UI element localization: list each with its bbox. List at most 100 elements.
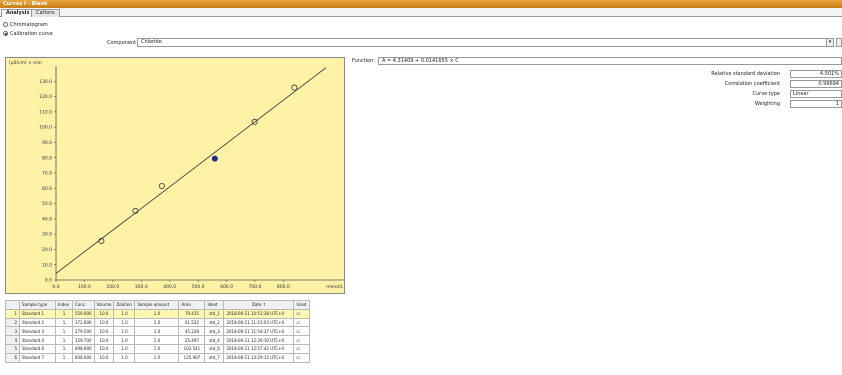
used-checkbox[interactable]: ☑ xyxy=(293,308,311,319)
tab-analysis[interactable]: Analysis xyxy=(1,9,35,17)
cell-conc: 372.600 xyxy=(72,317,95,328)
used-checkbox[interactable]: ☑ xyxy=(293,326,311,337)
tab-cations[interactable]: Cations xyxy=(31,9,60,17)
cell-sample-type: Standard 6 xyxy=(19,343,56,354)
used-checkbox[interactable]: ☑ xyxy=(293,343,311,354)
y-tick-label: 50.0 xyxy=(42,201,52,207)
calibration-curve-radio[interactable] xyxy=(3,31,8,36)
col-header-sample-amount[interactable]: Sample amount xyxy=(134,300,180,310)
y-tick-label: 60.0 xyxy=(42,186,52,192)
cell-volume: 10.0 xyxy=(93,317,115,328)
function-label: Function: xyxy=(352,58,375,64)
row-number: 4 xyxy=(5,335,20,345)
used-checkbox[interactable]: ☑ xyxy=(293,317,311,328)
cell-sample-amount: 1.0 xyxy=(134,326,180,337)
x-tick-label: 0.0 xyxy=(52,284,59,290)
col-header-used[interactable]: Used xyxy=(293,300,311,310)
cell-sample-type: Standard 3 xyxy=(19,326,56,337)
cell-ident: std_4 xyxy=(204,335,225,345)
cell-index: 1 xyxy=(55,326,73,337)
col-header-index[interactable]: Index xyxy=(55,300,73,310)
option-chromatogram[interactable]: Chromatogram xyxy=(3,20,63,29)
cell-volume: 10.0 xyxy=(93,326,115,337)
stat-curve-type-label: Curve type xyxy=(752,91,780,97)
component-select[interactable]: Chloride xyxy=(137,38,834,47)
cell-volume: 10.0 xyxy=(93,308,115,319)
table-empty-area xyxy=(408,300,842,375)
row-number: 3 xyxy=(5,326,20,337)
cell-volume: 10.0 xyxy=(93,343,115,354)
table-row[interactable]: 5 Standard 6 1 698.900 10.0 1.0 1.0 103.541 std_… xyxy=(5,343,311,354)
table-row[interactable]: 3 Standard 3 1 279.500 10.0 1.0 1.0 45.228 std_3… xyxy=(5,326,311,337)
col-header-sample-type[interactable]: Sample type xyxy=(19,300,56,310)
x-tick-label: 500.0 xyxy=(192,284,205,290)
cell-index: 1 xyxy=(55,352,73,363)
col-header-volume[interactable]: Volume xyxy=(93,300,115,310)
cell-conc: 559.000 xyxy=(72,308,95,319)
cell-dilution: 1.0 xyxy=(113,326,136,337)
window-title: Curves I - Blank xyxy=(3,1,48,7)
chevron-down-icon[interactable]: ▾ xyxy=(826,38,834,47)
component-label: Component xyxy=(107,40,137,46)
cell-dilution: 1.0 xyxy=(113,335,136,345)
component-extra-button[interactable] xyxy=(836,38,842,47)
cell-dilution: 1.0 xyxy=(113,352,136,363)
cell-area: 103.541 xyxy=(178,343,206,354)
cell-conc: 159.700 xyxy=(72,335,95,345)
cell-date: 2018-06-11 11:23:03 UTC+0 xyxy=(223,317,295,328)
col-header-ident[interactable]: Ident xyxy=(204,300,225,310)
cell-dilution: 1.0 xyxy=(113,317,136,328)
curve-type-field[interactable]: Linear xyxy=(790,90,842,98)
col-header-rownum xyxy=(5,300,20,310)
stat-rsd: Relative standard deviation 4.501% xyxy=(0,70,842,79)
y-tick-label: 30.0 xyxy=(42,232,52,238)
weighting-field[interactable]: 1 xyxy=(790,100,842,108)
col-header-conc[interactable]: Conc. xyxy=(72,300,95,310)
cell-date: 2018-06-11 12:57:42 UTC+0 xyxy=(223,343,295,354)
x-axis-label: mmol/L xyxy=(326,284,343,290)
used-checkbox[interactable]: ☑ xyxy=(293,352,311,363)
table-row[interactable]: 4 Standard 4 1 159.700 10.0 1.0 1.0 25.497 std_4… xyxy=(5,335,311,345)
cell-sample-amount: 1.0 xyxy=(134,352,180,363)
x-tick-label: 100.0 xyxy=(78,284,91,290)
option-calibration-curve[interactable]: Calibration curve xyxy=(3,29,63,38)
x-tick-label: 600.0 xyxy=(220,284,233,290)
row-number: 5 xyxy=(5,343,20,354)
view-options: Chromatogram Calibration curve xyxy=(3,20,63,38)
col-header-dilution[interactable]: Dilution xyxy=(113,300,136,310)
cell-ident: std_3 xyxy=(204,326,225,337)
cell-date: 2018-06-11 10:51:38 UTC+0 xyxy=(223,308,295,319)
cell-index: 1 xyxy=(55,317,73,328)
chromatogram-label: Chromatogram xyxy=(10,21,48,28)
cell-sample-amount: 1.0 xyxy=(134,308,180,319)
table-row[interactable]: 2 Standard 2 1 372.600 10.0 1.0 1.0 61.522 std_2… xyxy=(5,317,311,328)
tab-bar: Analysis Cations xyxy=(0,8,842,17)
used-checkbox[interactable]: ☑ xyxy=(293,335,311,345)
stat-weighting-label: Weighting xyxy=(754,101,780,107)
cell-ident: std_2 xyxy=(204,317,225,328)
y-tick-label: 90.0 xyxy=(42,140,52,146)
selected-data-point xyxy=(211,155,218,162)
col-header-date[interactable]: Date ↑ xyxy=(223,300,295,310)
cell-index: 1 xyxy=(55,335,73,345)
x-tick-label: 700.0 xyxy=(249,284,262,290)
stat-weighting: Weighting 1 xyxy=(0,100,842,109)
stat-correlation: Correlation coefficient 0.99694 xyxy=(0,80,842,89)
cell-volume: 10.0 xyxy=(93,352,115,363)
table-row[interactable]: 6 Standard 7 1 838.600 10.0 1.0 1.0 125.907 std_… xyxy=(5,352,311,363)
x-tick-label: 200.0 xyxy=(106,284,119,290)
chromatogram-radio[interactable] xyxy=(3,22,8,27)
cell-area: 25.497 xyxy=(178,335,206,345)
cell-sample-amount: 1.0 xyxy=(134,317,180,328)
y-tick-label: 70.0 xyxy=(42,171,52,177)
cell-conc: 838.600 xyxy=(72,352,95,363)
table-row[interactable]: 1 Standard 1 1 559.000 10.0 1.0 1.0 79.435 std_1… xyxy=(5,308,311,319)
window-title-bar: Curves I - Blank xyxy=(0,0,842,8)
cell-area: 125.907 xyxy=(178,352,206,363)
stat-rsd-label: Relative standard deviation xyxy=(711,71,780,77)
col-header-area[interactable]: Area xyxy=(178,300,206,310)
function-field[interactable]: A = 4.31409 + 0.0141655 × C xyxy=(378,57,842,65)
y-tick-label: 10.0 xyxy=(42,262,52,268)
cell-volume: 10.0 xyxy=(93,335,115,345)
row-number: 1 xyxy=(5,308,20,319)
